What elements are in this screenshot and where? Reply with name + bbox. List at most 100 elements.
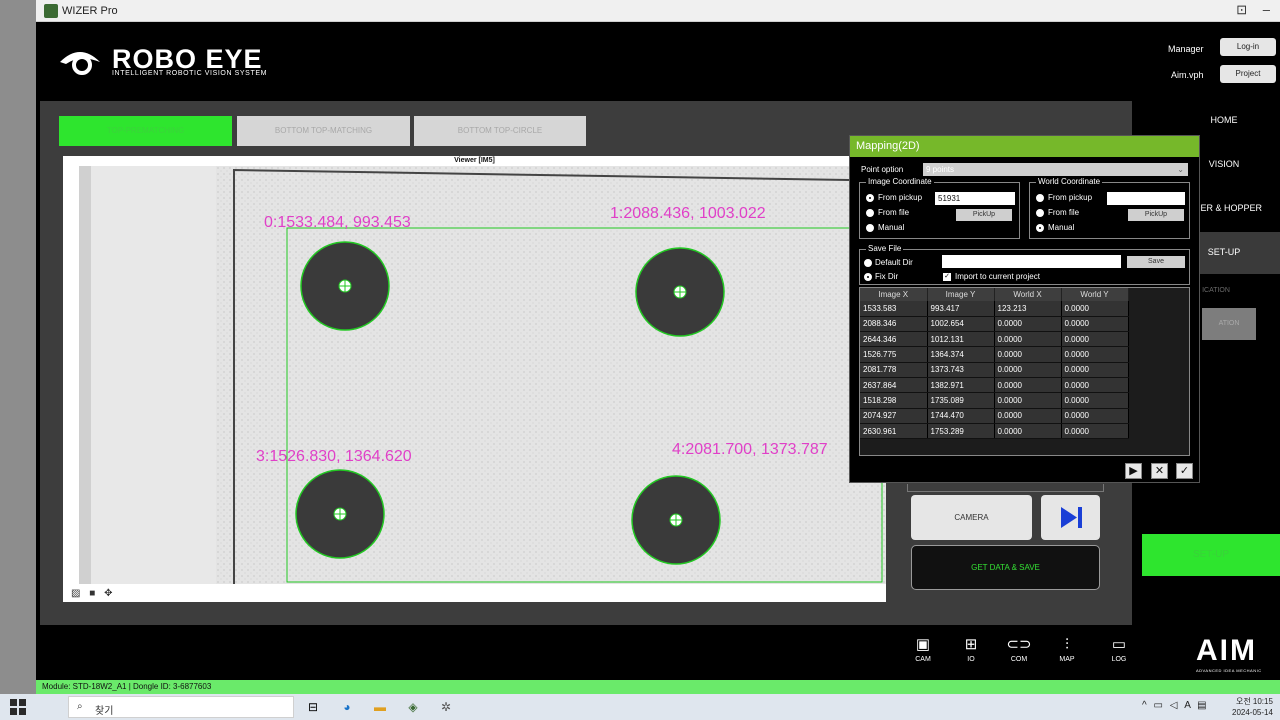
table-row[interactable]: 1518.298 1735.089 0.0000 0.0000 (860, 392, 1129, 409)
save-button[interactable]: Save (1127, 256, 1185, 268)
task-view-icon[interactable]: ⊟ (305, 699, 321, 715)
table-cell[interactable]: 1735.089 (927, 392, 995, 409)
table-cell[interactable]: 1012.131 (927, 331, 995, 348)
table-cell[interactable]: 1364.374 (927, 346, 995, 363)
run-next-button[interactable] (1041, 495, 1100, 540)
ime-indicator[interactable]: A (1184, 700, 1190, 711)
point-option-select[interactable]: 9 points ⌄ (923, 163, 1188, 176)
move-tool-icon[interactable]: ✥ (104, 588, 112, 599)
table-row[interactable]: 2088.346 1002.654 0.0000 0.0000 (860, 316, 1129, 333)
table-cell[interactable]: 1526.775 (860, 346, 928, 363)
cam-button[interactable]: ▣ CAM (901, 634, 945, 663)
table-cell[interactable]: 1753.289 (927, 423, 995, 440)
table-cell[interactable]: 0.0000 (1061, 331, 1129, 348)
table-cell[interactable]: 0.0000 (1061, 377, 1129, 394)
map-button[interactable]: ⫶ MAP (1045, 634, 1089, 663)
table-cell[interactable]: 1373.743 (927, 362, 995, 378)
table-row[interactable]: 2630.961 1753.289 0.0000 0.0000 (860, 423, 1129, 440)
table-row[interactable]: 2644.346 1012.131 0.0000 0.0000 (860, 331, 1129, 348)
color-tool-icon[interactable]: ■ (89, 588, 95, 599)
column-header[interactable]: World Y (1061, 288, 1129, 301)
table-cell[interactable]: 0.0000 (994, 362, 1062, 378)
system-tray[interactable]: ^ ▭ ◁ A ▤ (1142, 700, 1207, 711)
table-cell[interactable]: 1002.654 (927, 316, 995, 333)
save-path-input[interactable] (942, 255, 1121, 268)
camera-button[interactable]: CAMERA (911, 495, 1032, 540)
table-row[interactable]: 2081.778 1373.743 0.0000 0.0000 (860, 362, 1129, 378)
table-cell[interactable]: 0.0000 (994, 392, 1062, 409)
table-cell[interactable]: 2630.961 (860, 423, 928, 440)
remote-icon[interactable]: ⊡ (1236, 2, 1247, 17)
network-icon[interactable]: ▭ (1153, 700, 1162, 711)
table-row[interactable]: 1526.775 1364.374 0.0000 0.0000 (860, 346, 1129, 363)
table-cell[interactable]: 0.0000 (1061, 301, 1129, 317)
image-manual-radio[interactable] (866, 224, 874, 232)
world-from-pickup-radio[interactable] (1036, 194, 1044, 202)
io-button[interactable]: ⊞ IO (949, 634, 993, 663)
setup-button[interactable]: SET-UP (1142, 534, 1280, 576)
file-explorer-icon[interactable]: ▬ (372, 699, 388, 715)
column-header[interactable]: Image X (860, 288, 928, 301)
volume-icon[interactable]: ◁ (1170, 700, 1178, 711)
image-tool-icon[interactable]: ▨ (71, 588, 80, 599)
windows-start-icon[interactable] (10, 699, 26, 715)
image-from-file-radio[interactable] (866, 209, 874, 217)
table-row[interactable]: 1533.583 993.417 123.213 0.0000 (860, 301, 1129, 317)
world-pickup-button[interactable]: PickUp (1128, 209, 1184, 221)
image-pickup-button[interactable]: PickUp (956, 209, 1012, 221)
log-button[interactable]: ▭ LOG (1097, 634, 1141, 663)
world-manual-radio[interactable] (1036, 224, 1044, 232)
tool-app-icon[interactable]: ✲ (438, 699, 454, 715)
image-from-pickup-radio[interactable] (866, 194, 874, 202)
table-cell[interactable]: 1518.298 (860, 392, 928, 409)
fix-dir-radio[interactable] (864, 273, 872, 281)
table-cell[interactable]: 0.0000 (1061, 423, 1129, 440)
table-cell[interactable]: 1744.470 (927, 408, 995, 424)
table-cell[interactable]: 0.0000 (1061, 346, 1129, 363)
get-data-save-button[interactable]: GET DATA & SAVE (911, 545, 1100, 590)
chevron-up-icon[interactable]: ^ (1142, 700, 1147, 711)
com-button[interactable]: ⊂⊃ COM (997, 634, 1041, 663)
table-cell[interactable]: 0.0000 (1061, 316, 1129, 333)
tab-bottom-top-circle[interactable]: BOTTOM TOP-CIRCLE (414, 116, 586, 146)
table-cell[interactable]: 0.0000 (994, 346, 1062, 363)
table-cell[interactable]: 0.0000 (994, 423, 1062, 440)
login-button[interactable]: Log-in (1220, 38, 1276, 56)
edge-icon[interactable]: ◕ (339, 699, 355, 715)
table-cell[interactable]: 1382.971 (927, 377, 995, 394)
table-cell[interactable]: 0.0000 (1061, 408, 1129, 424)
nav-home[interactable]: HOME (1168, 115, 1280, 125)
table-cell[interactable]: 123.213 (994, 301, 1062, 317)
wizer-app-icon[interactable]: ◈ (405, 699, 421, 715)
table-cell[interactable]: 2074.927 (860, 408, 928, 424)
tab-bottom-top-matching[interactable]: BOTTOM TOP-MATCHING (237, 116, 410, 146)
keyboard-icon[interactable]: ▤ (1197, 700, 1206, 711)
table-cell[interactable]: 0.0000 (1061, 362, 1129, 378)
run-button[interactable]: ▶ (1125, 463, 1142, 479)
confirm-button[interactable]: ✓ (1176, 463, 1193, 479)
column-header[interactable]: World X (994, 288, 1062, 301)
project-button[interactable]: Project (1220, 65, 1276, 83)
table-cell[interactable]: 2081.778 (860, 362, 928, 378)
table-cell[interactable]: 1533.583 (860, 301, 928, 317)
table-cell[interactable]: 2637.864 (860, 377, 928, 394)
table-cell[interactable]: 0.0000 (994, 408, 1062, 424)
import-project-checkbox[interactable]: ✓ (943, 273, 951, 281)
cancel-button[interactable]: ✕ (1151, 463, 1168, 479)
table-cell[interactable]: 2088.346 (860, 316, 928, 333)
calibration-button[interactable]: ATION (1202, 308, 1256, 340)
table-cell[interactable]: 2644.346 (860, 331, 928, 348)
table-cell[interactable]: 0.0000 (994, 331, 1062, 348)
table-cell[interactable]: 0.0000 (1061, 392, 1129, 409)
image-pickup-input[interactable]: 51931 (935, 192, 1015, 205)
column-header[interactable]: Image Y (927, 288, 995, 301)
tab-top-prematching[interactable]: TOP-PREMATCHING (59, 116, 232, 146)
table-cell[interactable]: 0.0000 (994, 316, 1062, 333)
camera-image[interactable] (79, 166, 886, 584)
minimize-button[interactable]: – (1263, 2, 1270, 17)
taskbar-search[interactable]: ⌕ 찾기 (68, 696, 294, 718)
world-from-file-radio[interactable] (1036, 209, 1044, 217)
table-cell[interactable]: 0.0000 (994, 377, 1062, 394)
table-row[interactable]: 2074.927 1744.470 0.0000 0.0000 (860, 408, 1129, 424)
table-row[interactable]: 2637.864 1382.971 0.0000 0.0000 (860, 377, 1129, 394)
